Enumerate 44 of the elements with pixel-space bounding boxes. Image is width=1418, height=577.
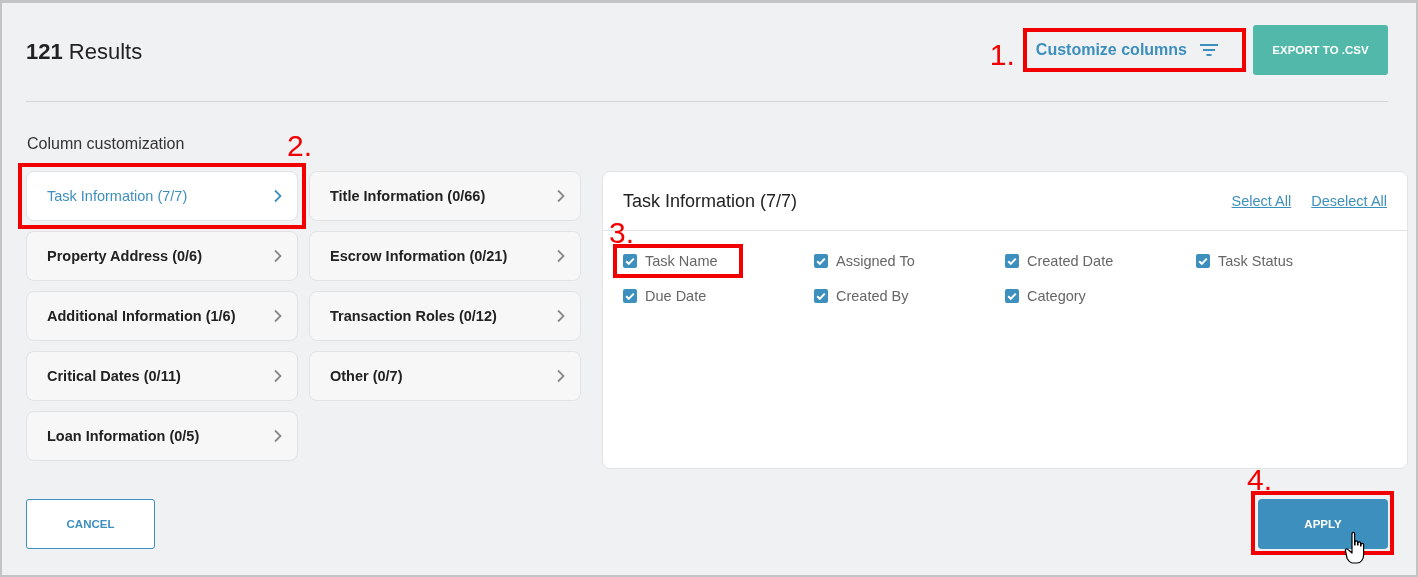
checkbox[interactable] xyxy=(623,289,637,303)
category-item[interactable]: Additional Information (1/6) xyxy=(26,291,298,341)
category-item[interactable]: Transaction Roles (0/12) xyxy=(309,291,581,341)
panel-link[interactable]: Select All xyxy=(1231,193,1292,209)
callout-number: 2. xyxy=(286,131,312,161)
category-item[interactable]: Other (0/7) xyxy=(309,351,581,401)
apply-button[interactable]: APPLY xyxy=(1258,499,1388,549)
checkbox[interactable] xyxy=(814,289,828,303)
field-label: Assigned To xyxy=(836,253,915,269)
chevron-right-icon xyxy=(273,309,283,323)
chevron-right-icon xyxy=(556,249,566,263)
category-item[interactable]: Critical Dates (0/11) xyxy=(26,351,298,401)
callout-number: 4. xyxy=(1247,465,1273,495)
field-label: Created By xyxy=(836,288,909,304)
field-label: Task Status xyxy=(1218,253,1293,269)
checkbox[interactable] xyxy=(1005,289,1019,303)
chevron-right-icon xyxy=(273,429,283,443)
section-title: Column customization xyxy=(27,135,185,153)
field-label: Task Name xyxy=(645,253,718,269)
category-item[interactable]: Escrow Information (0/21) xyxy=(309,231,581,281)
chevron-right-icon xyxy=(273,189,283,203)
checkbox[interactable] xyxy=(1196,254,1210,268)
chevron-right-icon xyxy=(556,369,566,383)
chevron-right-icon xyxy=(273,369,283,383)
checkbox[interactable] xyxy=(1005,254,1019,268)
chevron-right-icon xyxy=(556,309,566,323)
checkbox[interactable] xyxy=(623,254,637,268)
filter-icon xyxy=(1199,43,1219,57)
panel-link[interactable]: Deselect All xyxy=(1311,193,1387,209)
chevron-right-icon xyxy=(273,249,283,263)
category-item[interactable]: Task Information (7/7) xyxy=(26,171,298,221)
category-item[interactable]: Loan Information (0/5) xyxy=(26,411,298,461)
field-label: Due Date xyxy=(645,288,707,304)
callout-number: 1. xyxy=(989,40,1015,70)
checkbox[interactable] xyxy=(814,254,828,268)
category-item[interactable]: Property Address (0/6) xyxy=(26,231,298,281)
callout-number: 3. xyxy=(609,218,635,248)
chevron-right-icon xyxy=(556,189,566,203)
field-label: Category xyxy=(1027,288,1086,304)
cancel-button[interactable]: CANCEL xyxy=(26,499,155,549)
field-label: Created Date xyxy=(1027,253,1114,269)
panel-title: Task Information (7/7) xyxy=(623,190,798,212)
category-item[interactable]: Title Information (0/66) xyxy=(309,171,581,221)
results-count: 121 Results xyxy=(26,39,143,65)
